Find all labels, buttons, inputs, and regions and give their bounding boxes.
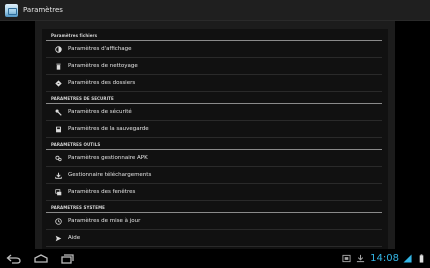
content-area: Paramètres fichiers Paramètres d'afficha… [0, 21, 430, 249]
settings-item-label: Aide [68, 235, 81, 241]
download-icon [52, 172, 64, 179]
section-header-tools: PARAMETRES OUTILS [46, 138, 382, 150]
settings-item-label: Paramètres des fenêtres [68, 189, 136, 195]
screenshot-notification-icon [342, 254, 351, 263]
settings-item-backup[interactable]: Paramètres de la sauvegarde [46, 121, 382, 138]
settings-item-cleanup[interactable]: Paramètres de nettoyage [46, 58, 382, 75]
section-header-label: PARAMETRES SYSTEME [51, 205, 105, 210]
recent-apps-button[interactable] [61, 253, 75, 264]
home-icon [34, 253, 48, 263]
settings-item-label: Paramètres de sécurité [68, 109, 132, 115]
wifi-icon [403, 254, 412, 263]
settings-panel-inner: Paramètres fichiers Paramètres d'afficha… [42, 29, 388, 249]
send-arrow-icon [52, 235, 64, 242]
settings-item-downloads[interactable]: Gestionnaire téléchargements [46, 167, 382, 184]
key-icon [52, 109, 64, 116]
section-header-label: PARAMETRES DE SECURITE [51, 96, 114, 101]
settings-item-label: Paramètres de mise à jour [68, 218, 141, 224]
backup-icon [52, 126, 64, 133]
settings-item-security[interactable]: Paramètres de sécurité [46, 104, 382, 121]
folder-diamond-icon [52, 79, 64, 87]
settings-item-label: Paramètres des dossiers [68, 80, 136, 86]
app-icon[interactable] [5, 3, 18, 17]
back-arrow-icon [6, 254, 21, 264]
apk-gears-icon [52, 155, 64, 162]
settings-item-folders[interactable]: Paramètres des dossiers [46, 75, 382, 92]
recent-apps-icon [61, 253, 74, 264]
settings-item-label: Gestionnaire téléchargements [68, 172, 152, 178]
settings-panel: Paramètres fichiers Paramètres d'afficha… [35, 21, 395, 249]
settings-item-help[interactable]: Aide [46, 230, 382, 247]
trash-icon [52, 63, 64, 70]
section-header-system: PARAMETRES SYSTEME [46, 201, 382, 213]
status-area[interactable]: 14:08 [342, 251, 426, 266]
clock-icon [52, 217, 64, 225]
windows-icon [52, 188, 64, 196]
settings-item-display[interactable]: Paramètres d'affichage [46, 41, 382, 58]
settings-item-label: Paramètres d'affichage [68, 46, 132, 52]
home-button[interactable] [33, 253, 49, 264]
section-header-label: Paramètres fichiers [51, 33, 98, 38]
battery-icon [419, 254, 424, 263]
back-button[interactable] [6, 253, 22, 264]
section-header-files: Paramètres fichiers [46, 29, 382, 41]
section-header-label: PARAMETRES OUTILS [51, 142, 101, 147]
settings-item-apk-manager[interactable]: Paramètres gestionnaire APK [46, 150, 382, 167]
title-bar: Paramètres [0, 0, 430, 21]
settings-item-label: Paramètres de nettoyage [68, 63, 138, 69]
settings-list[interactable]: Paramètres fichiers Paramètres d'afficha… [46, 29, 382, 247]
settings-item-updates[interactable]: Paramètres de mise à jour [46, 213, 382, 230]
clock-time: 14:08 [370, 253, 399, 264]
display-icon [52, 45, 64, 53]
settings-item-windows[interactable]: Paramètres des fenêtres [46, 184, 382, 201]
window-title: Paramètres [23, 6, 63, 14]
system-navigation-bar: 14:08 [0, 249, 430, 268]
settings-item-label: Paramètres de la sauvegarde [68, 126, 149, 132]
settings-item-label: Paramètres gestionnaire APK [68, 155, 148, 161]
section-header-security: PARAMETRES DE SECURITE [46, 92, 382, 104]
download-notification-icon [357, 254, 365, 263]
